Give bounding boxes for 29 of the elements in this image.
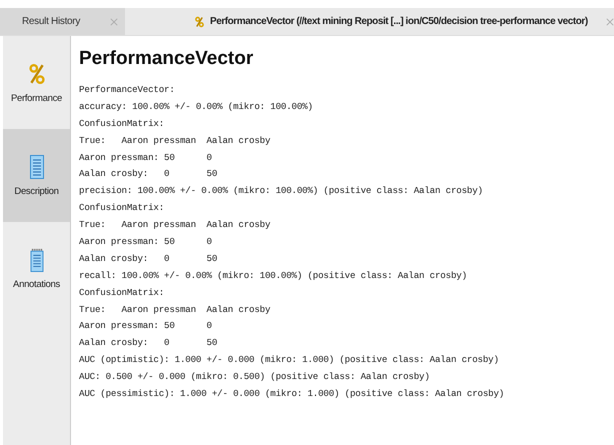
tab[interactable]: Result History bbox=[0, 8, 125, 35]
result-line: Aaron pressman: 50 0 bbox=[79, 319, 213, 334]
result-line: True: Aaron pressman Aalan crosby bbox=[79, 302, 272, 317]
result-line: recall: 100.00% +/- 0.00% (mikro: 100.00%) (positive class: Aalan crosby) bbox=[79, 268, 468, 283]
result-line: PerformanceVector: bbox=[79, 83, 176, 97]
page-title: PerformanceVector bbox=[79, 48, 254, 70]
result-line: accuracy: 100.00% +/- 0.00% (mikro: 100.00%) bbox=[79, 100, 314, 114]
notes-icon bbox=[28, 248, 44, 272]
result-line: ConfusionMatrix: bbox=[79, 286, 166, 300]
result-line: Aaron pressman: 50 0 bbox=[79, 235, 213, 250]
result-line: Aalan crosby: 0 50 bbox=[79, 252, 218, 266]
result-line: Aalan crosby: 0 50 bbox=[79, 336, 218, 350]
close-icon[interactable] bbox=[606, 18, 614, 26]
percent-icon bbox=[28, 62, 44, 86]
result-line: AUC: 0.500 +/- 0.000 (mikro: 0.500) (positive class: Aalan crosby) bbox=[79, 370, 431, 384]
result-line: ConfusionMatrix: bbox=[79, 201, 166, 216]
result-line: precision: 100.00% +/- 0.00% (mikro: 100.00%) (positive class: Aalan crosby) bbox=[79, 184, 484, 198]
sidebar-item[interactable]: Description bbox=[3, 129, 70, 222]
close-icon[interactable] bbox=[110, 18, 118, 26]
result-line: Aaron pressman: 50 0 bbox=[79, 150, 213, 165]
result-line: ConfusionMatrix: bbox=[79, 116, 166, 131]
result-line: AUC (optimistic): 1.000 +/- 0.000 (mikro: 1.000) (positive class: Aalan crosby) bbox=[79, 353, 500, 368]
result-line: True: Aaron pressman Aalan crosby bbox=[79, 134, 272, 148]
result-line: AUC (pessimistic): 1.000 +/- 0.000 (mikro: 1.000) (positive class: Aalan crosby) bbox=[79, 387, 506, 402]
sidebar-item[interactable]: Annotations bbox=[3, 222, 70, 315]
result-line: True: Aaron pressman Aalan crosby bbox=[79, 218, 272, 232]
document-icon bbox=[28, 154, 44, 178]
result-line: Aalan crosby: 0 50 bbox=[79, 167, 218, 182]
sidebar-item[interactable]: Performance bbox=[3, 36, 70, 129]
